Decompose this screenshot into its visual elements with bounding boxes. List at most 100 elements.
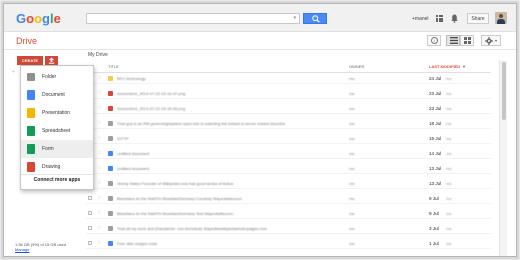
star-icon[interactable]: ☆ [97,210,101,216]
manage-storage-link[interactable]: Manage [15,247,66,252]
details-button[interactable]: i [427,35,441,46]
menu-item-document[interactable]: Document [21,86,93,104]
logo-letter: G [16,11,27,26]
google-logo[interactable]: Google [16,11,61,26]
gear-icon [485,37,493,45]
file-name[interactable]: Untitled document [117,151,347,156]
menu-item-folder[interactable]: Folder [21,68,93,86]
table-row[interactable]: ☆ Screenshot_2014-07-22-15-16-28.png me 23 … [86,103,491,114]
file-name[interactable]: ICFTP [117,136,347,141]
star-icon[interactable]: ☆ [97,150,101,156]
star-icon[interactable]: ☆ [97,135,101,141]
star-icon[interactable]: ☆ [97,75,101,81]
file-modified-date: 9 Jul [429,211,439,216]
page-title[interactable]: Drive [16,36,37,46]
star-icon[interactable]: ☆ [97,180,101,186]
star-icon[interactable]: ☆ [97,120,101,126]
star-icon[interactable]: ☆ [97,165,101,171]
file-modified-by: me [446,226,452,231]
table-row[interactable]: ☆ Untitled document me 13 Jul me [86,163,491,174]
star-icon[interactable]: ☆ [97,105,101,111]
file-name[interactable]: Free disk usages code [117,241,347,246]
table-row[interactable]: ☆ That guy is an RM governing/system open… [86,118,491,129]
menu-item-form[interactable]: Form [21,140,93,158]
apps-grid-icon[interactable] [436,15,443,22]
upload-button[interactable] [45,56,58,65]
file-modified-date: 24 Jul [429,76,442,81]
table-row[interactable]: ☆ Jimmy Wales Founder of Wikipedia now ha… [86,178,491,189]
title-column-header[interactable]: TITLE [108,64,119,69]
row-checkbox[interactable] [88,196,92,200]
file-owner: me [349,106,355,111]
avatar[interactable] [495,12,507,24]
file-modified-by: me [446,106,452,111]
file-type-icon [108,91,113,96]
file-modified-by: me [446,181,452,186]
settings-button[interactable]: ▾ [481,35,501,46]
table-row[interactable]: ☆ Untitled document me 14 Jul me [86,148,491,159]
star-icon[interactable]: ☆ [97,240,101,246]
file-name[interactable]: RFC technology [117,76,347,81]
file-modified-by: me [446,76,452,81]
user-name-link[interactable]: +manel [412,16,429,22]
star-icon[interactable]: ☆ [97,195,101,201]
menu-item-presentation[interactable]: Presentation [21,104,93,122]
breadcrumb[interactable]: My Drive [88,52,108,58]
share-button[interactable]: Share [467,13,489,24]
star-icon[interactable]: ☆ [97,90,101,96]
file-owner: me [349,91,355,96]
folder-icon [27,73,35,81]
owner-column-header[interactable]: OWNER [349,64,364,69]
file-owner: me [349,241,355,246]
menu-item-label: Drawing [42,164,61,170]
file-type-icon [108,181,113,186]
file-owner: me [349,166,355,171]
search-input[interactable]: ▾ [86,13,300,24]
file-name[interactable]: That guy is an RM governing/system open … [117,121,347,126]
create-button[interactable]: CREATE [17,56,43,65]
logo-letter: e [53,11,61,26]
table-row[interactable]: ☆ Free disk usages code me 1 Jul me [86,238,491,249]
file-name[interactable]: Untitled document [117,166,347,171]
star-icon[interactable]: ☆ [97,225,101,231]
file-modified-date: 18 Jul [429,121,442,126]
row-checkbox[interactable] [88,211,92,215]
file-modified-by: me [446,91,452,96]
presentation-icon [27,108,35,118]
file-type-icon [108,226,113,231]
file-modified-date: 14 Jul [429,151,442,156]
table-row[interactable]: ☆ Bluesfans do the MaNTH BluesfanGermany … [86,208,491,219]
file-name[interactable]: Screenshot_2014-07-22-15-16-28.png [117,106,347,111]
grid-view-button[interactable] [460,35,474,46]
file-name[interactable]: Screenshot_2014-07-22-15-16-37.png [117,91,347,96]
file-modified-by: me [446,166,452,171]
nav-expand-toggle[interactable]: + [12,69,14,74]
file-owner: me [349,196,355,201]
grid-view-icon [464,37,471,44]
row-checkbox[interactable] [88,241,92,245]
file-name[interactable]: Jimmy Wales Founder of Wikipedia now has… [117,181,347,186]
row-checkbox[interactable] [88,226,92,230]
search-button[interactable] [303,13,327,24]
table-row[interactable]: ☆ Screenshot_2014-07-22-15-16-37.png me 23 … [86,88,491,99]
table-row[interactable]: ☆ That all my work and (Disclaimer: non-t… [86,223,491,234]
scrollbar[interactable] [499,60,507,256]
menu-item-spreadsheet[interactable]: Spreadsheet [21,122,93,140]
notifications-bell-icon[interactable] [451,14,458,23]
file-name[interactable]: Bluesfans do the MaNTH BluesfanGermany T… [117,211,347,216]
last-modified-column-header[interactable]: LAST MODIFIED [429,64,460,69]
scrollbar-thumb[interactable] [502,62,506,120]
file-modified-date: 13 Jul [429,181,442,186]
table-row[interactable]: ☆ ICFTP me 15 Jul me [86,133,491,144]
connect-more-apps-link[interactable]: Connect more apps [21,177,93,183]
table-row[interactable]: ☆ Bluesfans do the MaNTH BluesfanGermany … [86,193,491,204]
file-type-icon [108,211,113,216]
search-options-chevron-icon[interactable]: ▾ [293,15,296,21]
list-view-button[interactable] [446,35,460,46]
file-name[interactable]: Bluesfans do the MaNTH BluesfanGermany C… [117,196,347,201]
file-name[interactable]: That all my work and (Disclaimer: non-te… [117,226,347,231]
file-modified-by: me [446,121,452,126]
file-owner: me [349,211,355,216]
logo-letter: o [26,11,35,26]
table-row[interactable]: ☆ RFC technology me 24 Jul me [86,73,491,84]
